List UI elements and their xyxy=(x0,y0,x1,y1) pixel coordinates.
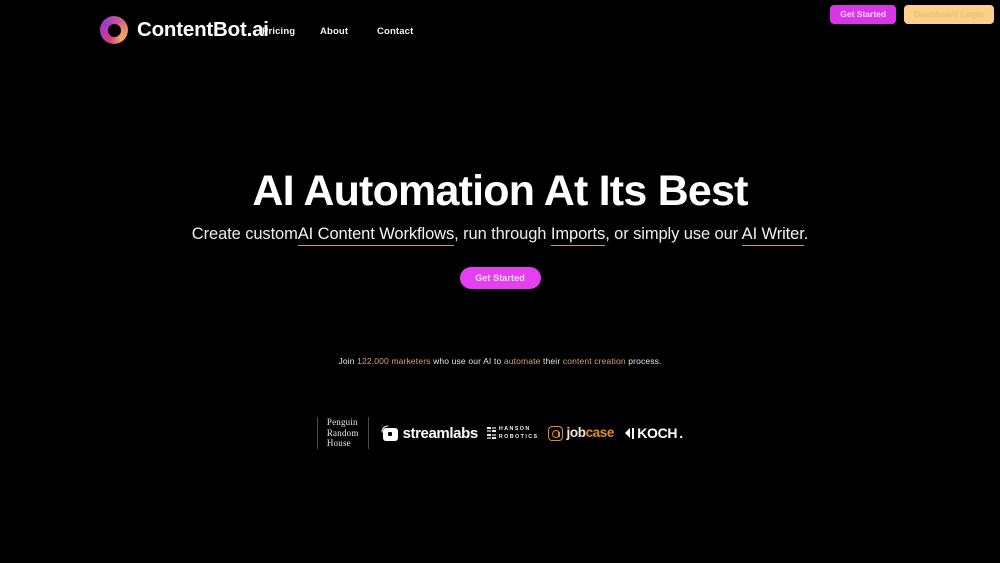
logo-divider-right xyxy=(367,417,369,449)
hero-subtitle: Create customAI Content Workflows, run t… xyxy=(0,223,1000,246)
main-nav: Pricing About Contact xyxy=(262,26,413,37)
nav-link-contact[interactable]: Contact xyxy=(377,26,413,37)
streamlabs-mark-icon xyxy=(380,424,398,441)
social-proof-text: Join 122,000 marketers who use our AI to… xyxy=(0,356,1000,368)
logo-hanson-robotics: HANSON ROBOTICS xyxy=(486,425,539,441)
logo-koch: KOCH . xyxy=(625,426,683,440)
streamlabs-wordmark: streamlabs xyxy=(402,424,479,442)
social-proof-accent-content-creation: content creation xyxy=(562,356,626,366)
gradient-ring-icon xyxy=(100,16,128,44)
prh-line-3: House xyxy=(326,438,351,449)
nav-link-about[interactable]: About xyxy=(320,26,377,37)
social-proof-prefix: Join xyxy=(338,356,358,366)
hanson-line-2: ROBOTICS xyxy=(498,434,539,440)
koch-wordmark: KOCH xyxy=(637,425,678,441)
hero-subtitle-text-2: , run through xyxy=(454,225,551,243)
jobcase-wordmark: jobcase xyxy=(566,425,615,441)
dashboard-login-button[interactable]: Dashboard Login xyxy=(904,5,994,25)
hero-cta-wrapper: Get Started xyxy=(0,267,1000,289)
prh-line-2: Random xyxy=(326,427,359,438)
logo-penguin-random-house: Penguin Random House xyxy=(318,417,368,449)
koch-bars-icon xyxy=(625,427,635,439)
brand-name: ContentBot.ai xyxy=(137,17,269,41)
header-actions: Get Started Dashboard Login xyxy=(830,5,994,25)
jobcase-part-job: job xyxy=(566,425,586,441)
link-ai-content-workflows[interactable]: AI Content Workflows xyxy=(297,225,454,246)
jobcase-part-case: case xyxy=(585,425,615,441)
social-proof-suffix: process. xyxy=(625,356,662,366)
social-proof-middle: who use our AI to xyxy=(430,356,504,366)
hero-subtitle-text-3: , or simply use our xyxy=(605,225,742,243)
hero-subtitle-text-4: . xyxy=(803,225,809,243)
header-get-started-button[interactable]: Get Started xyxy=(830,5,897,25)
social-proof-count: 122,000 marketers xyxy=(357,356,431,366)
hero-get-started-button[interactable]: Get Started xyxy=(459,267,541,289)
brand-logo-link[interactable]: ContentBot.ai xyxy=(100,16,269,44)
hanson-line-1: HANSON xyxy=(498,425,531,432)
nav-link-pricing[interactable]: Pricing xyxy=(262,26,320,37)
link-ai-writer[interactable]: AI Writer xyxy=(741,225,804,246)
hanson-wordmark: HANSON ROBOTICS xyxy=(499,425,539,441)
link-imports[interactable]: Imports xyxy=(550,225,605,246)
client-logo-strip: Penguin Random House streamlabs HANSON R xyxy=(0,414,1000,452)
koch-dot: . xyxy=(679,425,684,441)
landing-page: ContentBot.ai Pricing About Contact Get … xyxy=(0,0,1000,563)
jobcase-at-icon xyxy=(547,425,563,441)
hanson-bars-icon xyxy=(486,426,496,440)
page-title: AI Automation At Its Best xyxy=(252,167,748,215)
social-proof-middle-2: their xyxy=(540,356,563,366)
prh-line-1: Penguin xyxy=(326,417,358,428)
social-proof-accent-automate: automate xyxy=(503,356,541,366)
logo-streamlabs: streamlabs xyxy=(380,424,479,442)
hero-subtitle-text-1: Create custom xyxy=(191,225,298,243)
site-header: ContentBot.ai Pricing About Contact Get … xyxy=(0,0,1000,62)
logo-jobcase: jobcase xyxy=(547,425,615,441)
